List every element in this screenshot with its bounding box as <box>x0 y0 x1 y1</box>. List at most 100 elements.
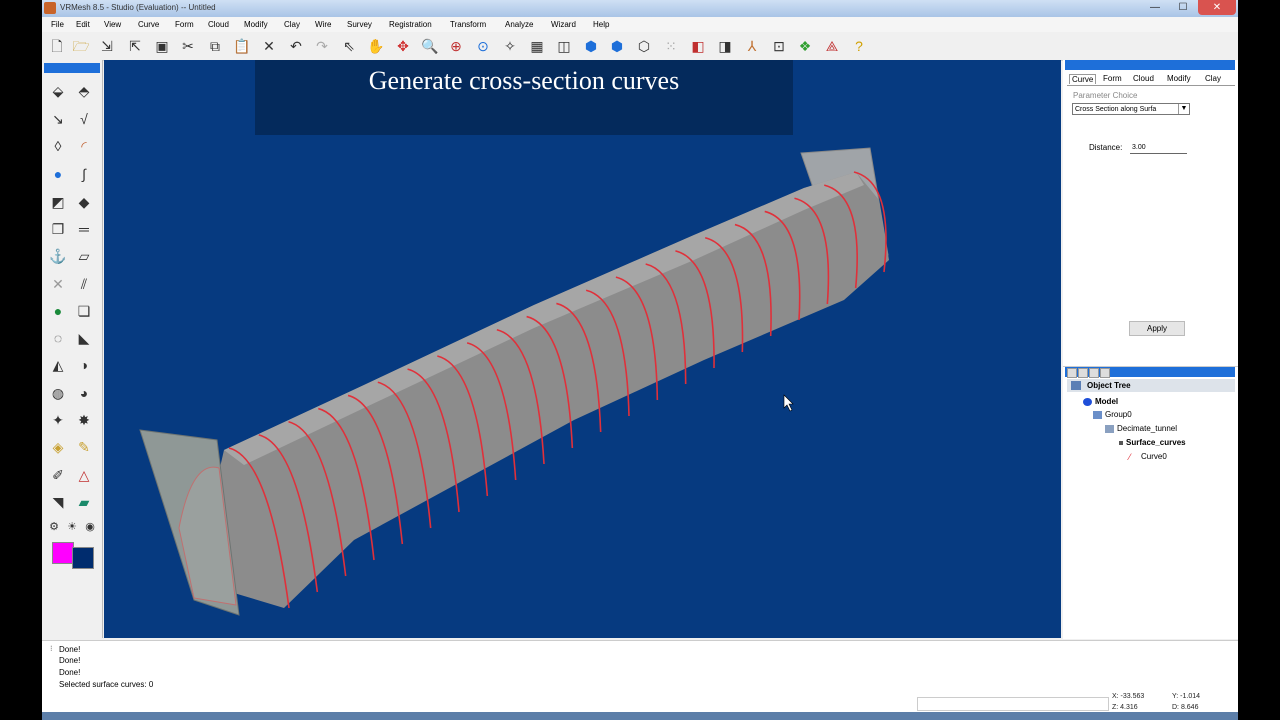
zoom-window-icon[interactable]: ⊕ <box>447 37 465 55</box>
tree-tool-icon-3[interactable] <box>1089 368 1099 378</box>
tools-small-icon[interactable]: ⚙ <box>44 518 64 536</box>
menu-analyze[interactable]: Analyze <box>505 20 533 29</box>
pen-icon[interactable]: ✐ <box>48 466 68 484</box>
close-button[interactable]: ✕ <box>1198 0 1236 15</box>
cube-dots-icon[interactable]: ⁙ <box>662 37 680 55</box>
undo-icon[interactable]: ↶ <box>287 37 305 55</box>
maximize-button[interactable]: ☐ <box>1170 0 1196 15</box>
revolve-icon[interactable]: ◑ <box>74 356 94 374</box>
section-icon[interactable]: ◫ <box>555 37 573 55</box>
tree-tool-icon-2[interactable] <box>1078 368 1088 378</box>
slab-icon[interactable]: ▱ <box>74 247 94 265</box>
menu-curve[interactable]: Curve <box>138 20 159 29</box>
parameter-choice-select[interactable]: Cross Section along Surfa ▼ <box>1072 103 1190 115</box>
tree-item-model[interactable]: Model <box>1083 397 1118 406</box>
plane-icon[interactable]: ◊ <box>48 137 68 155</box>
tab-curve[interactable]: Curve <box>1069 74 1097 84</box>
tab-cloud[interactable]: Cloud <box>1133 74 1154 83</box>
anchor-icon[interactable]: ⚓ <box>48 247 68 265</box>
axis-icon[interactable]: ⅄ <box>743 37 761 55</box>
offset-icon[interactable]: ⫽ <box>74 275 94 293</box>
tab-form[interactable]: Form <box>1103 74 1122 83</box>
triangle-icon[interactable]: △ <box>74 466 94 484</box>
box-red-icon[interactable]: ◧ <box>689 37 707 55</box>
layers-icon[interactable]: ❖ <box>796 37 814 55</box>
copy-icon[interactable]: ⧉ <box>206 37 224 55</box>
tab-clay[interactable]: Clay <box>1205 74 1221 83</box>
rotate-icon[interactable]: ✧ <box>501 37 519 55</box>
menu-cloud[interactable]: Cloud <box>208 20 229 29</box>
arc-icon[interactable]: ◜ <box>74 137 94 155</box>
tree-item-surface-curves[interactable]: Surface_curves <box>1119 438 1186 447</box>
morph-icon[interactable]: ✸ <box>74 411 94 429</box>
open-folder-icon[interactable]: 🗁 <box>72 37 90 55</box>
split-icon[interactable]: ✕ <box>48 275 68 293</box>
palette-icon[interactable]: ◉ <box>80 518 100 536</box>
globe-icon[interactable]: ● <box>48 302 68 320</box>
trim-icon[interactable]: ◣ <box>74 329 94 347</box>
select-arrow-icon[interactable]: ⇖ <box>340 37 358 55</box>
menu-clay[interactable]: Clay <box>284 20 300 29</box>
distance-input[interactable] <box>1130 142 1187 154</box>
pan-hand-icon[interactable]: ✋ <box>367 37 385 55</box>
redo-icon[interactable]: ↷ <box>313 37 331 55</box>
smooth-icon[interactable]: ◍ <box>48 384 68 402</box>
menu-wizard[interactable]: Wizard <box>551 20 576 29</box>
curve-tool-icon[interactable]: ⟁ <box>823 37 841 55</box>
move-icon[interactable]: ✥ <box>394 37 412 55</box>
fish-icon[interactable]: ◈ <box>48 438 68 456</box>
stack-icon[interactable]: ❏ <box>74 302 94 320</box>
menu-form[interactable]: Form <box>175 20 194 29</box>
sphere-icon[interactable]: ● <box>48 165 68 183</box>
surface-icon[interactable]: ◩ <box>48 193 68 211</box>
flat-icon[interactable]: ▰ <box>74 493 94 511</box>
menu-file[interactable]: File <box>51 20 64 29</box>
grid-icon[interactable]: ▦ <box>528 37 546 55</box>
copy-tool-icon[interactable]: ❐ <box>48 220 68 238</box>
zoom-fit-icon[interactable]: ⊙ <box>474 37 492 55</box>
paste-icon[interactable]: 📋 <box>233 37 251 55</box>
view-shaded-icon[interactable]: ⬢ <box>608 37 626 55</box>
menu-wire[interactable]: Wire <box>315 20 331 29</box>
tree-tool-icon-4[interactable] <box>1100 368 1110 378</box>
tree-tool-icon-1[interactable] <box>1067 368 1077 378</box>
parallel-icon[interactable]: ═ <box>74 220 94 238</box>
blend-icon[interactable]: ✦ <box>48 411 68 429</box>
spline-icon[interactable]: ∫ <box>74 165 94 183</box>
polyline-icon[interactable]: √ <box>74 110 94 128</box>
cut-icon[interactable]: ✂ <box>179 37 197 55</box>
chevron-down-icon[interactable]: ▼ <box>1178 104 1189 114</box>
zoom-icon[interactable]: 🔍 <box>421 37 439 55</box>
fill-icon[interactable]: ◕ <box>74 384 94 402</box>
tab-modify[interactable]: Modify <box>1167 74 1191 83</box>
paint-icon[interactable]: ✎ <box>74 438 94 456</box>
menu-survey[interactable]: Survey <box>347 20 372 29</box>
menu-transform[interactable]: Transform <box>450 20 486 29</box>
menu-help[interactable]: Help <box>593 20 609 29</box>
box-gray-icon[interactable]: ◨ <box>716 37 734 55</box>
extrude-icon[interactable]: ◭ <box>48 356 68 374</box>
point-cloud-icon[interactable]: ⬙ <box>48 82 68 100</box>
menu-edit[interactable]: Edit <box>76 20 90 29</box>
apply-button[interactable]: Apply <box>1129 321 1185 336</box>
menu-view[interactable]: View <box>104 20 121 29</box>
mesh-icon[interactable]: ⬘ <box>74 82 94 100</box>
new-file-icon[interactable]: 🗋 <box>48 37 66 55</box>
delete-icon[interactable]: ✕ <box>260 37 278 55</box>
minimize-button[interactable]: — <box>1142 0 1168 15</box>
3d-viewport[interactable]: Generate cross-section curves <box>104 60 1061 638</box>
menu-registration[interactable]: Registration <box>389 20 432 29</box>
import-icon[interactable]: ⇲ <box>98 37 116 55</box>
help-icon[interactable]: ? <box>850 37 868 55</box>
tree-item-curve[interactable]: ⁄ Curve0 <box>1129 452 1167 461</box>
lock-box-icon[interactable]: ⊡ <box>770 37 788 55</box>
foreground-color-swatch[interactable] <box>52 542 74 564</box>
marker-icon[interactable]: ◥ <box>48 493 68 511</box>
background-color-swatch[interactable] <box>72 547 94 569</box>
tree-item-group[interactable]: Group0 <box>1093 410 1132 419</box>
menu-modify[interactable]: Modify <box>244 20 268 29</box>
export-icon[interactable]: ⇱ <box>126 37 144 55</box>
tree-item-decimate-tunnel[interactable]: Decimate_tunnel <box>1105 424 1177 433</box>
line-icon[interactable]: ↘ <box>48 110 68 128</box>
save-icon[interactable]: ▣ <box>153 37 171 55</box>
